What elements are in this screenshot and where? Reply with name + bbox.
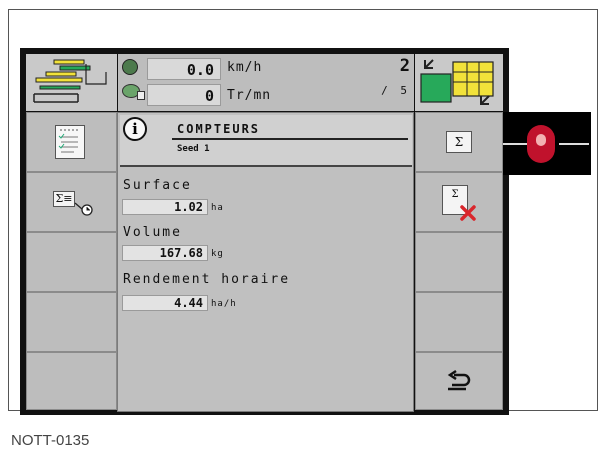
softkey-empty-r3[interactable] (415, 232, 503, 292)
surface-unit: ha (211, 203, 224, 213)
softkey-empty-3[interactable] (26, 232, 117, 292)
surface-label: Surface (123, 178, 192, 193)
speedometer-icon (122, 59, 138, 75)
panel-title-bar (120, 115, 412, 167)
softkey-clear-totals[interactable]: Σ (415, 172, 503, 232)
softkey-sum-reset[interactable]: Σ≡ (26, 172, 117, 232)
sum-icon: Σ≡ (53, 191, 75, 207)
delete-x-icon (460, 205, 476, 221)
notepad-icon (55, 125, 85, 159)
softkey-notes[interactable] (26, 112, 117, 172)
notepad-lines-icon (58, 129, 80, 153)
surface-value: 1.02 (122, 199, 208, 215)
field-map-icon (420, 59, 494, 105)
implement-diagram-icon (33, 59, 107, 103)
volume-unit: kg (211, 249, 224, 259)
field-map-button[interactable] (415, 54, 503, 111)
info-icon: i (123, 117, 147, 141)
page-total: / 5 (381, 84, 410, 97)
softkey-empty-r4[interactable] (415, 292, 503, 352)
softkey-empty-5[interactable] (26, 352, 117, 410)
hourly-yield-unit: ha/h (211, 299, 237, 309)
figure-caption: NOTT-0135 (11, 432, 90, 449)
mouse-wheel-icon (536, 134, 546, 146)
speed-value: 0.0 (147, 58, 221, 80)
lock-icon (137, 91, 145, 100)
softkey-totals[interactable]: Σ (415, 112, 503, 172)
softkey-empty-4[interactable] (26, 292, 117, 352)
volume-label: Volume (123, 225, 182, 240)
panel-title: COMPTEURS (177, 122, 261, 136)
title-divider (172, 138, 408, 140)
volume-value: 167.68 (122, 245, 208, 261)
page-number: 2 (399, 56, 410, 76)
hourly-yield-label: Rendement horaire (123, 272, 291, 287)
implement-status-icon[interactable] (26, 54, 117, 111)
panel-subtitle: Seed 1 (177, 144, 210, 154)
sum-list-icon: Σ (446, 131, 472, 153)
speed-unit: km/h (227, 60, 263, 75)
reset-arrow-icon (74, 202, 93, 216)
rpm-value: 0 (147, 84, 221, 106)
softkey-back[interactable] (415, 352, 503, 410)
hourly-yield-value: 4.44 (122, 295, 208, 311)
rpm-unit: Tr/mn (227, 88, 272, 103)
back-arrow-icon (447, 369, 471, 391)
